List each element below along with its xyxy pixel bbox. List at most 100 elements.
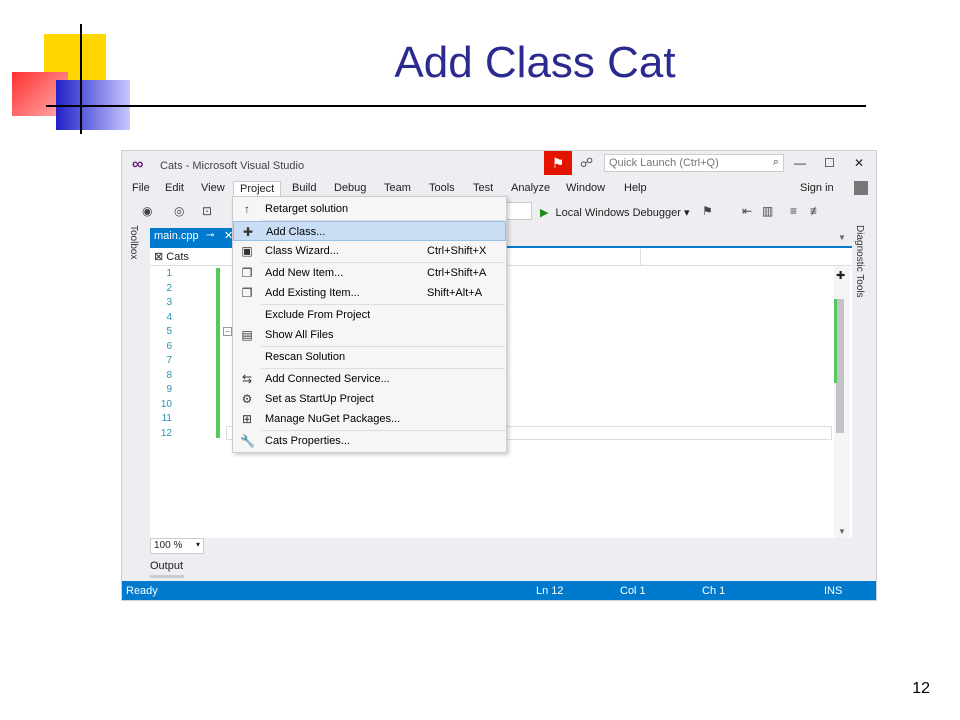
existing-item-icon: ❐ — [241, 286, 253, 300]
maximize-button[interactable]: ☐ — [824, 156, 835, 170]
project-menu: ↑ Retarget solution ✚ Add Class... ▣ Cla… — [232, 196, 507, 453]
menu-item-properties[interactable]: 🔧 Cats Properties... — [233, 431, 506, 451]
diagnostic-label: Diagnostic Tools — [854, 225, 865, 298]
functions-dropdown[interactable] — [640, 249, 850, 265]
menu-help[interactable]: Help — [618, 181, 653, 197]
nuget-icon: ⊞ — [241, 412, 253, 426]
new-item-icon: ❐ — [241, 266, 253, 280]
menu-analyze[interactable]: Analyze — [505, 181, 556, 197]
menu-view[interactable]: View — [195, 181, 231, 197]
menu-test[interactable]: Test — [467, 181, 499, 197]
line-number: 12 — [160, 427, 172, 439]
menu-item-rescan[interactable]: Rescan Solution — [233, 347, 506, 367]
collapse-icon[interactable]: − — [223, 327, 232, 336]
scope-dropdown[interactable]: ⊠ Cats — [154, 250, 189, 263]
menu-item-nuget[interactable]: ⊞ Manage NuGet Packages... — [233, 409, 506, 429]
line-number: 11 — [161, 413, 172, 424]
menu-item-add-class[interactable]: ✚ Add Class... — [233, 221, 506, 241]
attach-icon[interactable]: ⚑ — [702, 204, 713, 218]
output-tab-indicator — [150, 575, 184, 578]
deco-horizontal-line — [46, 105, 866, 107]
scroll-up-icon[interactable]: ▼ — [838, 233, 846, 242]
split-icon[interactable]: ✚ — [836, 269, 845, 282]
members-dropdown[interactable] — [506, 249, 636, 265]
menu-item-shortcut: Ctrl+Shift+A — [427, 267, 487, 279]
menu-item-label: Add New Item... — [265, 267, 344, 279]
scope-label: Cats — [166, 251, 189, 263]
menu-item-label: Show All Files — [265, 329, 334, 341]
menu-edit[interactable]: Edit — [159, 181, 190, 197]
step-icon[interactable]: ⇤ — [742, 204, 752, 218]
arrow-up-icon: ↑ — [244, 202, 250, 216]
class-wizard-icon: ▣ — [241, 244, 253, 258]
play-icon: ▶ — [540, 207, 549, 219]
menu-item-label: Exclude From Project — [265, 309, 371, 321]
line-number: 1 — [166, 268, 172, 279]
vs-logo-icon: ∞ — [132, 156, 144, 173]
menu-item-retarget[interactable]: ↑ Retarget solution — [233, 199, 506, 219]
menu-item-class-wizard[interactable]: ▣ Class Wizard... Ctrl+Shift+X — [233, 241, 506, 261]
add-class-icon: ✚ — [242, 225, 254, 239]
status-col: Col 1 — [620, 585, 646, 597]
zoom-dropdown[interactable]: 100 % ▾ — [150, 538, 204, 554]
menu-debug[interactable]: Debug — [328, 181, 372, 197]
back-icon[interactable]: ◉ — [142, 204, 152, 218]
zoom-value: 100 % — [154, 540, 183, 551]
menu-team[interactable]: Team — [378, 181, 417, 197]
toolbox-panel[interactable]: Toolbox — [128, 225, 142, 585]
output-tab[interactable]: Output — [150, 560, 183, 572]
menu-item-connected-service[interactable]: ⇆ Add Connected Service... — [233, 369, 506, 389]
menu-item-shortcut: Ctrl+Shift+X — [427, 245, 487, 257]
menu-item-shortcut: Shift+Alt+A — [427, 287, 483, 299]
show-files-icon: ▤ — [241, 328, 253, 342]
menu-build[interactable]: Build — [286, 181, 322, 197]
line-number: 10 — [160, 398, 172, 410]
diagnostic-tools-panel[interactable]: Diagnostic Tools — [854, 225, 872, 385]
comment-icon[interactable]: ≡ — [790, 204, 797, 218]
scrollbar-change-marker — [834, 299, 837, 383]
menu-item-add-new-item[interactable]: ❐ Add New Item... Ctrl+Shift+A — [233, 263, 506, 283]
scrollbar-thumb[interactable] — [836, 299, 844, 433]
deco-vertical-line — [80, 24, 82, 134]
line-number: 8 — [166, 369, 172, 381]
scroll-down-icon[interactable]: ▼ — [838, 527, 846, 536]
menu-item-label: Manage NuGet Packages... — [265, 413, 401, 425]
line-number: 2 — [166, 282, 172, 294]
quick-launch-input[interactable]: Quick Launch (Ctrl+Q) ⌕ — [604, 154, 784, 172]
tab-main-cpp[interactable]: main.cpp ⊸ ✕ — [150, 228, 240, 246]
avatar[interactable] — [854, 181, 868, 195]
line-number: 5 — [166, 326, 172, 337]
pin-icon[interactable]: ⊸ — [206, 230, 214, 241]
status-state: Ready — [126, 585, 158, 597]
menu-tools[interactable]: Tools — [423, 181, 461, 197]
menu-item-startup-project[interactable]: ⚙ Set as StartUp Project — [233, 389, 506, 409]
page-number: 12 — [912, 680, 930, 697]
feedback-icon[interactable]: ☍ — [580, 155, 593, 171]
menu-item-add-existing-item[interactable]: ❐ Add Existing Item... Shift+Alt+A — [233, 283, 506, 303]
uncomment-icon[interactable]: ≢ — [810, 204, 822, 218]
quick-launch-placeholder: Quick Launch (Ctrl+Q) — [609, 157, 719, 169]
menu-item-exclude[interactable]: Exclude From Project — [233, 305, 506, 325]
menu-item-label: Retarget solution — [265, 203, 349, 215]
status-bar: Ready Ln 12 Col 1 Ch 1 INS — [122, 581, 876, 600]
status-ch: Ch 1 — [702, 585, 726, 597]
config-dropdown[interactable] — [506, 202, 532, 220]
new-project-icon[interactable]: ⊡ — [202, 204, 212, 218]
debugger-label: Local Windows Debugger — [555, 207, 681, 219]
bookmark-icon[interactable]: ▥ — [762, 204, 773, 218]
menu-file[interactable]: File — [126, 181, 156, 197]
sign-in-link[interactable]: Sign in — [800, 182, 834, 194]
gear-icon: ⚙ — [241, 392, 253, 406]
connected-service-icon: ⇆ — [241, 372, 253, 386]
menu-window[interactable]: Window — [560, 181, 611, 197]
menu-item-show-all-files[interactable]: ▤ Show All Files — [233, 325, 506, 345]
status-line: Ln 12 — [536, 585, 564, 597]
menu-item-label: Rescan Solution — [265, 351, 346, 363]
menu-item-label: Add Class... — [266, 226, 326, 238]
close-button[interactable]: ✕ — [854, 156, 864, 170]
minimize-button[interactable]: — — [794, 156, 806, 170]
local-debugger-button[interactable]: ▶ Local Windows Debugger ▾ — [540, 206, 689, 219]
forward-icon[interactable]: ◎ — [174, 204, 184, 218]
menu-project[interactable]: Project — [233, 181, 282, 197]
notification-flag-icon[interactable]: ⚑ — [544, 151, 572, 175]
